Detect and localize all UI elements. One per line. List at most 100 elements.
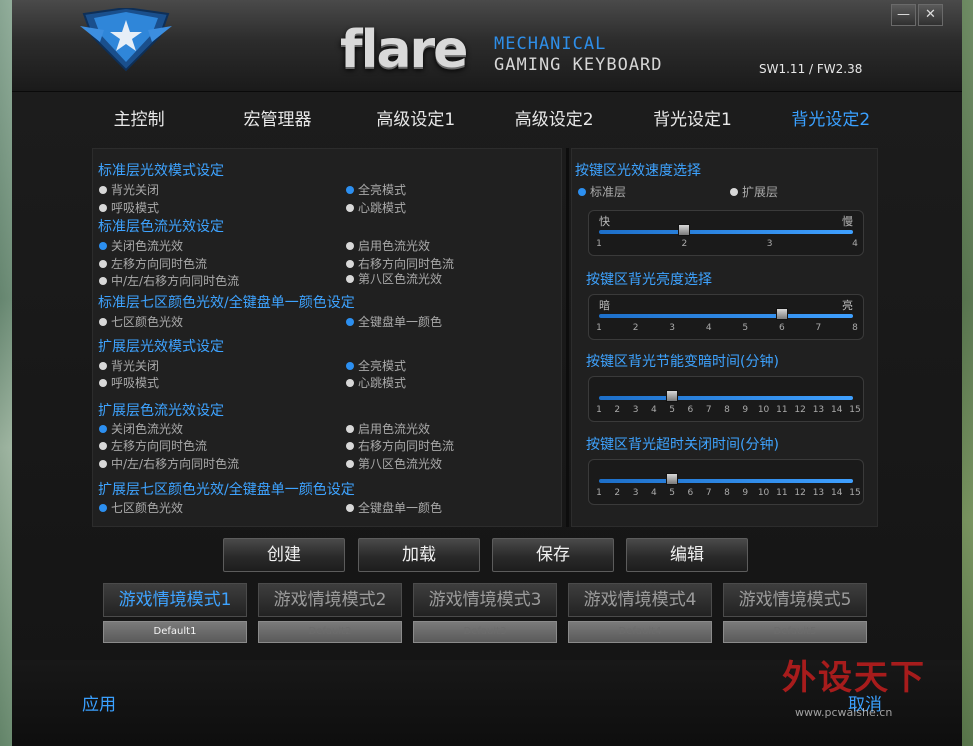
slider-tick-label: 7	[705, 405, 712, 415]
slider-tick-label: 3	[669, 323, 676, 333]
radio-std-heartbeat[interactable]: 心跳模式	[346, 199, 406, 216]
radio-ext-single-color[interactable]: 全键盘单一颜色	[346, 499, 442, 516]
off-time-slider-track[interactable]	[599, 479, 853, 483]
radio-off-icon	[730, 187, 738, 196]
radio-ext-flow-zone8[interactable]: 第八区色流光效	[346, 455, 442, 472]
tab-main-control[interactable]: 主控制	[70, 100, 208, 140]
slider-tick-label: 8	[724, 488, 730, 498]
radio-ext-backlight-off[interactable]: 背光关闭	[99, 357, 159, 374]
radio-ext-flow-center[interactable]: 中/左/右移方向同时色流	[99, 455, 239, 472]
radio-off-icon	[346, 241, 354, 250]
radio-ext-full-bright[interactable]: 全亮模式	[346, 357, 406, 374]
radio-std-flow-left[interactable]: 左移方向同时色流	[99, 255, 207, 272]
speed-slider-thumb[interactable]	[678, 224, 691, 236]
window-controls: — ✕	[891, 4, 943, 26]
slider-tick-label: 15	[849, 488, 861, 498]
panel-divider	[566, 148, 569, 527]
radio-ext-breathing[interactable]: 呼吸模式	[99, 374, 159, 391]
radio-ext-seven-zone[interactable]: 七区颜色光效	[99, 499, 183, 516]
radio-std-flow-off[interactable]: 关闭色流光效	[99, 237, 183, 254]
tab-advanced-2[interactable]: 高级设定2	[485, 100, 623, 140]
radio-layer-extended[interactable]: 扩展层	[730, 183, 778, 200]
game-mode-5-button[interactable]: 游戏情境模式5	[723, 583, 867, 617]
radio-layer-standard[interactable]: 标准层	[578, 183, 626, 200]
slider-tick-label: 2	[614, 488, 621, 498]
brightness-slider-track[interactable]	[599, 314, 853, 318]
profile-name-4: Default4	[568, 621, 712, 643]
radio-ext-flow-right[interactable]: 右移方向同时色流	[346, 437, 454, 454]
game-mode-2-button[interactable]: 游戏情境模式2	[258, 583, 402, 617]
dim-time-slider-track[interactable]	[599, 396, 853, 400]
title-bar: flare MECHANICAL GAMING KEYBOARD SW1.11 …	[12, 0, 962, 92]
section-title-ext-color: 扩展层七区颜色光效/全键盘单一颜色设定	[98, 482, 355, 498]
brand-subtitle-mechanical: MECHANICAL	[494, 34, 607, 54]
radio-ext-heartbeat[interactable]: 心跳模式	[346, 374, 406, 391]
slider-tick-label: 6	[687, 488, 694, 498]
slider-tick-label: 6	[687, 405, 694, 415]
game-mode-1-button[interactable]: 游戏情境模式1	[103, 583, 247, 617]
brightness-slider-thumb[interactable]	[775, 308, 788, 320]
game-mode-4-button[interactable]: 游戏情境模式4	[568, 583, 712, 617]
slider-tick-label: 12	[794, 488, 806, 498]
off-time-slider[interactable]: 1 2 3 4 5 6 7 8 9 10 11 12 13 14 15	[588, 459, 864, 505]
radio-std-single-color[interactable]: 全键盘单一颜色	[346, 313, 442, 330]
radio-std-backlight-off[interactable]: 背光关闭	[99, 181, 159, 198]
tab-backlight-2[interactable]: 背光设定2	[762, 100, 900, 140]
apply-button[interactable]: 应用	[82, 690, 116, 715]
slider-tick-label: 9	[742, 488, 749, 498]
dim-time-slider[interactable]: 1 2 3 4 5 6 7 8 9 10 11 12 13 14 15	[588, 376, 864, 422]
speed-fast-label: 快	[599, 215, 610, 228]
tab-advanced-1[interactable]: 高级设定1	[347, 100, 485, 140]
slider-tick-label: 4	[705, 323, 712, 333]
close-button[interactable]: ✕	[918, 4, 943, 26]
load-button[interactable]: 加载	[358, 538, 480, 572]
profile-name-5: Default5	[723, 621, 867, 643]
brightness-light-label: 亮	[842, 299, 853, 312]
section-title-ext-mode: 扩展层光效模式设定	[98, 339, 224, 355]
speed-slider-track[interactable]	[599, 230, 853, 234]
slider-tick-label: 3	[632, 488, 639, 498]
slider-tick-label: 2	[681, 239, 688, 249]
slider-tick-label: 7	[815, 323, 822, 333]
radio-std-full-bright[interactable]: 全亮模式	[346, 181, 406, 198]
create-button[interactable]: 创建	[223, 538, 345, 572]
off-time-slider-thumb[interactable]	[666, 473, 679, 485]
minimize-button[interactable]: —	[891, 4, 916, 26]
edit-button[interactable]: 编辑	[626, 538, 748, 572]
radio-off-icon	[346, 203, 354, 212]
section-title-std-color: 标准层七区颜色光效/全键盘单一颜色设定	[98, 295, 355, 311]
radio-std-breathing[interactable]: 呼吸模式	[99, 199, 159, 216]
slider-tick-label: 15	[849, 405, 861, 415]
radio-on-icon	[578, 187, 586, 196]
profile-name-1: Default1	[103, 621, 247, 643]
radio-std-seven-zone[interactable]: 七区颜色光效	[99, 313, 183, 330]
section-title-ext-flow: 扩展层色流光效设定	[98, 403, 224, 419]
off-time-ticks: 1 2 3 4 5 6 7 8 9 10 11 12 13 14 15	[596, 488, 861, 502]
section-title-std-flow: 标准层色流光效设定	[98, 219, 224, 235]
radio-ext-flow-off[interactable]: 关闭色流光效	[99, 420, 183, 437]
game-mode-3-button[interactable]: 游戏情境模式3	[413, 583, 557, 617]
radio-off-icon	[99, 276, 107, 285]
radio-std-flow-on[interactable]: 启用色流光效	[346, 237, 430, 254]
radio-std-flow-zone8[interactable]: 第八区色流光效	[346, 270, 442, 287]
tab-backlight-1[interactable]: 背光设定1	[623, 100, 761, 140]
dim-time-slider-thumb[interactable]	[666, 390, 679, 402]
radio-ext-flow-on[interactable]: 启用色流光效	[346, 420, 430, 437]
slider-tick-label: 4	[852, 239, 858, 249]
slider-tick-label: 11	[776, 405, 788, 415]
watermark-logo: 外设天下	[782, 658, 926, 698]
slider-tick-label: 1	[596, 323, 602, 333]
speed-ticks: 1 2 3 4	[596, 239, 858, 253]
profile-name-3: Default3	[413, 621, 557, 643]
save-button[interactable]: 保存	[492, 538, 614, 572]
speed-slider[interactable]: 快 慢 1 2 3 4	[588, 210, 864, 256]
brightness-slider[interactable]: 暗 亮 1 2 3 4 5 6 7 8	[588, 294, 864, 340]
radio-on-icon	[99, 424, 107, 433]
tab-macro-manager[interactable]: 宏管理器	[208, 100, 346, 140]
slider-tick-label: 4	[650, 488, 657, 498]
radio-ext-flow-left[interactable]: 左移方向同时色流	[99, 437, 207, 454]
slider-tick-label: 12	[794, 405, 806, 415]
section-title-off-time: 按键区背光超时关闭时间(分钟)	[586, 437, 779, 453]
radio-std-flow-center[interactable]: 中/左/右移方向同时色流	[99, 272, 239, 289]
slider-tick-label: 11	[776, 488, 788, 498]
